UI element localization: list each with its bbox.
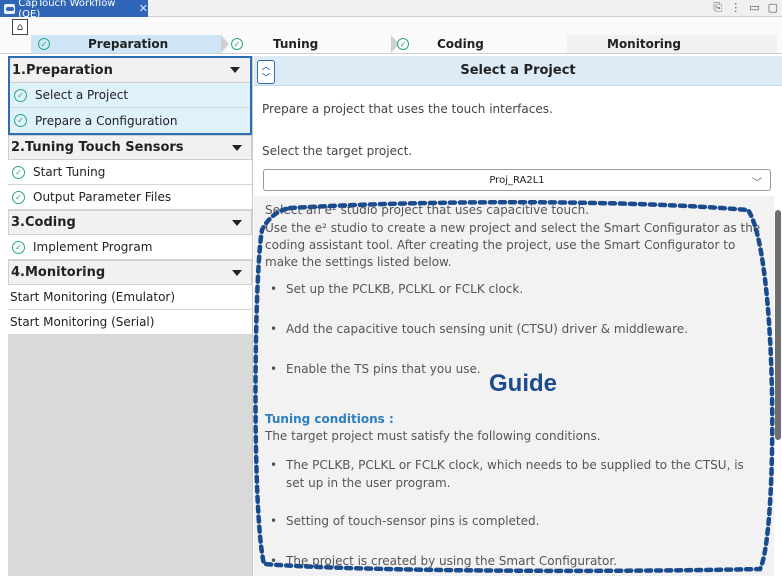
guide-intro: Select an e² studio project that uses ca… bbox=[265, 203, 590, 217]
section-monitoring: 4.Monitoring Start Monitoring (Emulator)… bbox=[8, 260, 252, 335]
title-bar: CapTouch Workflow (QE) ✕ ⎘ ⋮ ▭ ▢ bbox=[0, 0, 782, 20]
section-title: 2.Tuning Touch Sensors bbox=[11, 140, 184, 155]
check-circle-icon: ✓ bbox=[397, 38, 409, 50]
sidebar-item-start-monitoring-serial[interactable]: Start Monitoring (Serial) bbox=[8, 310, 252, 335]
step-navigation[interactable]: ︿ ﹀ bbox=[257, 60, 275, 84]
content-panel: ︿ ﹀ Select a Project Prepare a project t… bbox=[254, 56, 782, 576]
view-tab[interactable]: CapTouch Workflow (QE) ✕ bbox=[0, 0, 148, 20]
section-title: 4.Monitoring bbox=[11, 265, 106, 280]
captouch-app-icon bbox=[4, 3, 16, 14]
section-title: 3.Coding bbox=[11, 215, 76, 230]
project-select-value: Proj_RA2L1 bbox=[489, 174, 545, 186]
sidebar-item-select-project[interactable]: ✓ Select a Project bbox=[10, 83, 250, 108]
close-icon[interactable]: ✕ bbox=[139, 2, 148, 15]
check-circle-icon: ✓ bbox=[12, 165, 25, 179]
workflow-sidebar: 1.Preparation ✓ Select a Project ✓ Prepa… bbox=[8, 56, 253, 576]
check-circle-icon: ✓ bbox=[12, 190, 25, 204]
project-select[interactable]: Proj_RA2L1 ﹀ bbox=[263, 169, 771, 191]
view-menu-icon[interactable]: ⋮ bbox=[730, 1, 741, 15]
guide-bullet: Set up the PCLKB, PCLKL or FCLK clock. bbox=[270, 280, 760, 298]
chevron-down-icon[interactable]: ﹀ bbox=[262, 72, 270, 83]
section-header-coding[interactable]: 3.Coding bbox=[8, 210, 252, 235]
step-preparation[interactable]: ✓ Preparation bbox=[31, 35, 229, 53]
section-header-tuning[interactable]: 2.Tuning Touch Sensors bbox=[8, 135, 252, 160]
chevron-down-icon[interactable] bbox=[232, 269, 242, 276]
maximize-icon[interactable]: ▢ bbox=[768, 1, 778, 15]
guide-scrollbar[interactable] bbox=[775, 210, 781, 440]
sidebar-item-label: Start Monitoring (Serial) bbox=[10, 315, 155, 329]
content-header: ︿ ﹀ Select a Project bbox=[254, 56, 782, 86]
chevron-down-icon[interactable] bbox=[232, 219, 242, 226]
pin-icon[interactable]: ⎘ bbox=[713, 1, 722, 15]
section-tuning: 2.Tuning Touch Sensors ✓ Start Tuning ✓ … bbox=[8, 135, 252, 210]
sidebar-item-label: Start Monitoring (Emulator) bbox=[10, 290, 176, 304]
check-circle-icon: ✓ bbox=[14, 88, 27, 102]
tuning-conditions-text: The target project must satisfy the foll… bbox=[265, 429, 601, 443]
sidebar-item-label: Output Parameter Files bbox=[33, 190, 172, 204]
page-title: Select a Project bbox=[460, 63, 576, 78]
step-monitoring[interactable]: Monitoring bbox=[567, 35, 777, 53]
sidebar-item-label: Select a Project bbox=[35, 88, 129, 102]
sidebar-item-label: Start Tuning bbox=[33, 165, 106, 179]
sidebar-item-start-monitoring-emulator[interactable]: Start Monitoring (Emulator) bbox=[8, 285, 252, 310]
check-circle-icon: ✓ bbox=[12, 240, 25, 254]
minimize-icon[interactable]: ▭ bbox=[749, 1, 759, 15]
step-coding[interactable]: ✓ Coding bbox=[391, 35, 575, 53]
condition-bullet: The PCLKB, PCLKL or FCLK clock, which ne… bbox=[270, 456, 760, 492]
view-toolbar: ⎘ ⋮ ▭ ▢ bbox=[713, 1, 778, 15]
chevron-up-icon[interactable]: ︿ bbox=[262, 61, 270, 72]
sidebar-item-start-tuning[interactable]: ✓ Start Tuning bbox=[8, 160, 252, 185]
step-label: Tuning bbox=[273, 37, 319, 51]
section-preparation: 1.Preparation ✓ Select a Project ✓ Prepa… bbox=[8, 56, 252, 135]
section-header-monitoring[interactable]: 4.Monitoring bbox=[8, 260, 252, 285]
chevron-down-icon[interactable] bbox=[230, 67, 240, 73]
sidebar-item-implement-program[interactable]: ✓ Implement Program bbox=[8, 235, 252, 260]
sidebar-item-prepare-configuration[interactable]: ✓ Prepare a Configuration bbox=[10, 108, 250, 133]
section-header-preparation[interactable]: 1.Preparation bbox=[10, 58, 250, 83]
page-description: Prepare a project that uses the touch in… bbox=[262, 102, 553, 116]
check-circle-icon: ✓ bbox=[14, 114, 27, 127]
step-label: Preparation bbox=[88, 37, 169, 51]
guide-bullet: Add the capacitive touch sensing unit (C… bbox=[270, 320, 760, 338]
sidebar-item-output-parameter-files[interactable]: ✓ Output Parameter Files bbox=[8, 185, 252, 210]
check-circle-icon: ✓ bbox=[38, 38, 50, 50]
sidebar-item-label: Implement Program bbox=[33, 240, 153, 254]
home-icon[interactable]: ⌂ bbox=[12, 19, 28, 35]
target-project-label: Select the target project. bbox=[262, 144, 413, 158]
step-label: Coding bbox=[437, 37, 484, 51]
guide-annotation-label: Guide bbox=[489, 370, 558, 397]
sidebar-item-label: Prepare a Configuration bbox=[35, 113, 178, 128]
condition-bullet: Setting of touch-sensor pins is complete… bbox=[270, 512, 760, 530]
section-coding: 3.Coding ✓ Implement Program bbox=[8, 210, 252, 260]
section-title: 1.Preparation bbox=[12, 62, 113, 78]
chevron-down-icon[interactable] bbox=[232, 144, 242, 151]
step-tuning[interactable]: ✓ Tuning bbox=[221, 35, 399, 53]
check-circle-icon: ✓ bbox=[231, 38, 243, 50]
chevron-down-icon[interactable]: ﹀ bbox=[752, 174, 762, 189]
condition-bullet: The project is created by using the Smar… bbox=[270, 552, 760, 570]
guide-intro-detail: Use the e² studio to create a new projec… bbox=[265, 221, 761, 269]
workflow-steps: ✓ Preparation ✓ Tuning ✓ Coding Monitori… bbox=[31, 17, 777, 54]
step-label: Monitoring bbox=[607, 37, 681, 51]
tuning-conditions-heading: Tuning conditions : bbox=[265, 412, 394, 426]
